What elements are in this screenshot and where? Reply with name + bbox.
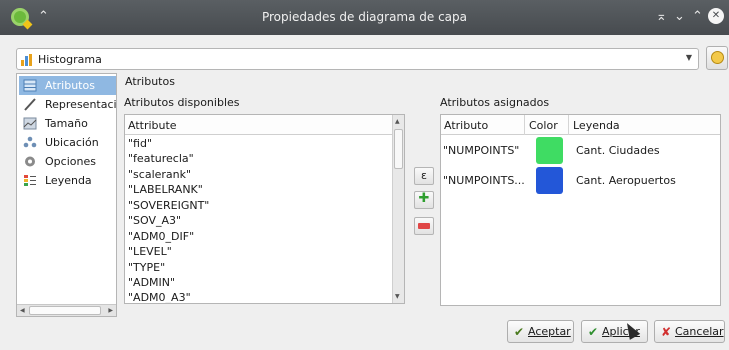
sidebar-item-opciones[interactable]: Opciones xyxy=(19,152,116,171)
cancel-button[interactable]: ✘ Cancelar xyxy=(654,320,725,343)
available-attributes-label: Atributos disponibles xyxy=(124,96,240,109)
assigned-attributes-header: Atributo Color Leyenda xyxy=(441,115,720,135)
brush-icon xyxy=(24,98,36,111)
title-bar: ⌃ Propiedades de diagrama de capa ⌅ ⌄ ⌃ … xyxy=(0,0,729,35)
apply-check-icon: ✔ xyxy=(588,325,599,339)
list-item[interactable]: "ADM0_A3" xyxy=(128,291,191,303)
available-vscrollbar[interactable]: ▲ ▼ xyxy=(392,115,404,303)
histogram-icon xyxy=(21,54,32,66)
list-item[interactable]: "ADMIN" xyxy=(128,276,175,291)
add-icon: ✚ xyxy=(418,191,430,206)
row-legend[interactable]: Cant. Aeropuertos xyxy=(576,174,676,187)
list-item[interactable]: "SOVEREIGNT" xyxy=(128,199,209,214)
column-header-attribute[interactable]: Atributo xyxy=(444,119,488,132)
remove-attribute-button[interactable] xyxy=(414,217,434,235)
cancel-x-icon: ✘ xyxy=(661,325,672,339)
size-icon xyxy=(23,117,37,130)
available-attributes-header[interactable]: Attribute xyxy=(125,115,393,135)
add-attribute-button[interactable]: ✚ xyxy=(414,191,434,209)
remove-icon xyxy=(418,223,430,229)
available-attributes-list: Attribute "fid" "featurecla" "scalerank"… xyxy=(124,114,405,304)
row-attribute: "NUMPOINTS" xyxy=(443,144,520,157)
list-item[interactable]: "SOV_A3" xyxy=(128,214,181,229)
row-legend[interactable]: Cant. Ciudades xyxy=(576,144,660,157)
scroll-thumb[interactable] xyxy=(29,306,101,315)
sidebar-list: Atributos Representación Tamaño Ubicació… xyxy=(16,73,117,317)
minimize-icon[interactable]: ⌄ xyxy=(674,9,685,24)
sidebar-item-representacion[interactable]: Representación xyxy=(19,95,117,114)
column-divider[interactable] xyxy=(568,115,569,135)
column-divider[interactable] xyxy=(524,115,525,135)
ok-button[interactable]: ✔ Aceptar xyxy=(507,320,574,343)
assistant-icon xyxy=(711,51,724,64)
column-header-legend[interactable]: Leyenda xyxy=(573,119,620,132)
list-item[interactable]: "featurecla" xyxy=(128,152,194,167)
sidebar-item-label: Representación xyxy=(45,98,117,111)
sidebar-item-label: Ubicación xyxy=(45,136,99,149)
column-header-color[interactable]: Color xyxy=(529,119,558,132)
diagram-assistant-button[interactable] xyxy=(706,46,728,70)
chevron-down-icon: ▼ xyxy=(685,53,692,62)
sidebar-item-label: Tamaño xyxy=(45,117,88,130)
sidebar-item-label: Leyenda xyxy=(45,174,92,187)
table-row[interactable]: "NUMPOINTS... Cant. Aeropuertos xyxy=(441,166,720,196)
scroll-left-icon[interactable]: ◀ xyxy=(20,307,25,314)
page-title: Atributos xyxy=(125,75,175,88)
maximize-icon[interactable]: ⌃ xyxy=(692,9,703,24)
list-item[interactable]: "LEVEL" xyxy=(128,245,172,260)
row-attribute: "NUMPOINTS... xyxy=(443,174,525,187)
list-item[interactable]: "LABELRANK" xyxy=(128,183,203,198)
scroll-right-icon[interactable]: ▶ xyxy=(108,307,113,314)
sidebar-hscrollbar[interactable]: ◀ ▶ xyxy=(17,304,116,316)
assigned-attributes-label: Atributos asignados xyxy=(440,96,550,109)
list-item[interactable]: "ADM0_DIF" xyxy=(128,230,194,245)
diagram-type-select[interactable]: Histograma ▼ xyxy=(16,48,699,70)
column-header: Attribute xyxy=(128,119,177,132)
list-item[interactable]: "scalerank" xyxy=(128,168,191,183)
sidebar-item-ubicacion[interactable]: Ubicación xyxy=(19,133,116,152)
ok-button-label: Aceptar xyxy=(528,325,571,338)
cancel-button-label: Cancelar xyxy=(675,325,724,338)
color-swatch-button[interactable] xyxy=(536,167,563,194)
table-row[interactable]: "NUMPOINTS" Cant. Ciudades xyxy=(441,136,720,166)
color-swatch-button[interactable] xyxy=(536,137,563,164)
assigned-attributes-table: Atributo Color Leyenda "NUMPOINTS" Cant.… xyxy=(440,114,721,306)
list-item[interactable]: "fid" xyxy=(128,137,152,152)
shade-icon[interactable]: ⌅ xyxy=(656,9,667,24)
sidebar-item-tamano[interactable]: Tamaño xyxy=(19,114,116,133)
attributes-icon xyxy=(23,79,37,92)
list-item[interactable]: "TYPE" xyxy=(128,261,165,276)
legend-icon xyxy=(24,175,36,186)
placement-icon xyxy=(23,136,37,148)
sidebar-item-leyenda[interactable]: Leyenda xyxy=(19,171,116,190)
scroll-down-icon[interactable]: ▼ xyxy=(395,293,400,300)
scroll-up-icon[interactable]: ▲ xyxy=(395,118,400,125)
sidebar-item-label: Atributos xyxy=(45,79,95,92)
window-title: Propiedades de diagrama de capa xyxy=(261,10,468,24)
scroll-thumb[interactable] xyxy=(394,129,403,169)
close-icon[interactable]: ✕ xyxy=(708,8,724,24)
sidebar-item-atributos[interactable]: Atributos xyxy=(19,76,116,95)
diagram-type-value: Histograma xyxy=(38,53,102,66)
gear-icon xyxy=(25,156,35,167)
expression-icon: ε xyxy=(421,169,427,182)
ok-icon: ✔ xyxy=(514,325,525,339)
sidebar-item-label: Opciones xyxy=(45,155,96,168)
add-expression-button[interactable]: ε xyxy=(414,167,434,185)
